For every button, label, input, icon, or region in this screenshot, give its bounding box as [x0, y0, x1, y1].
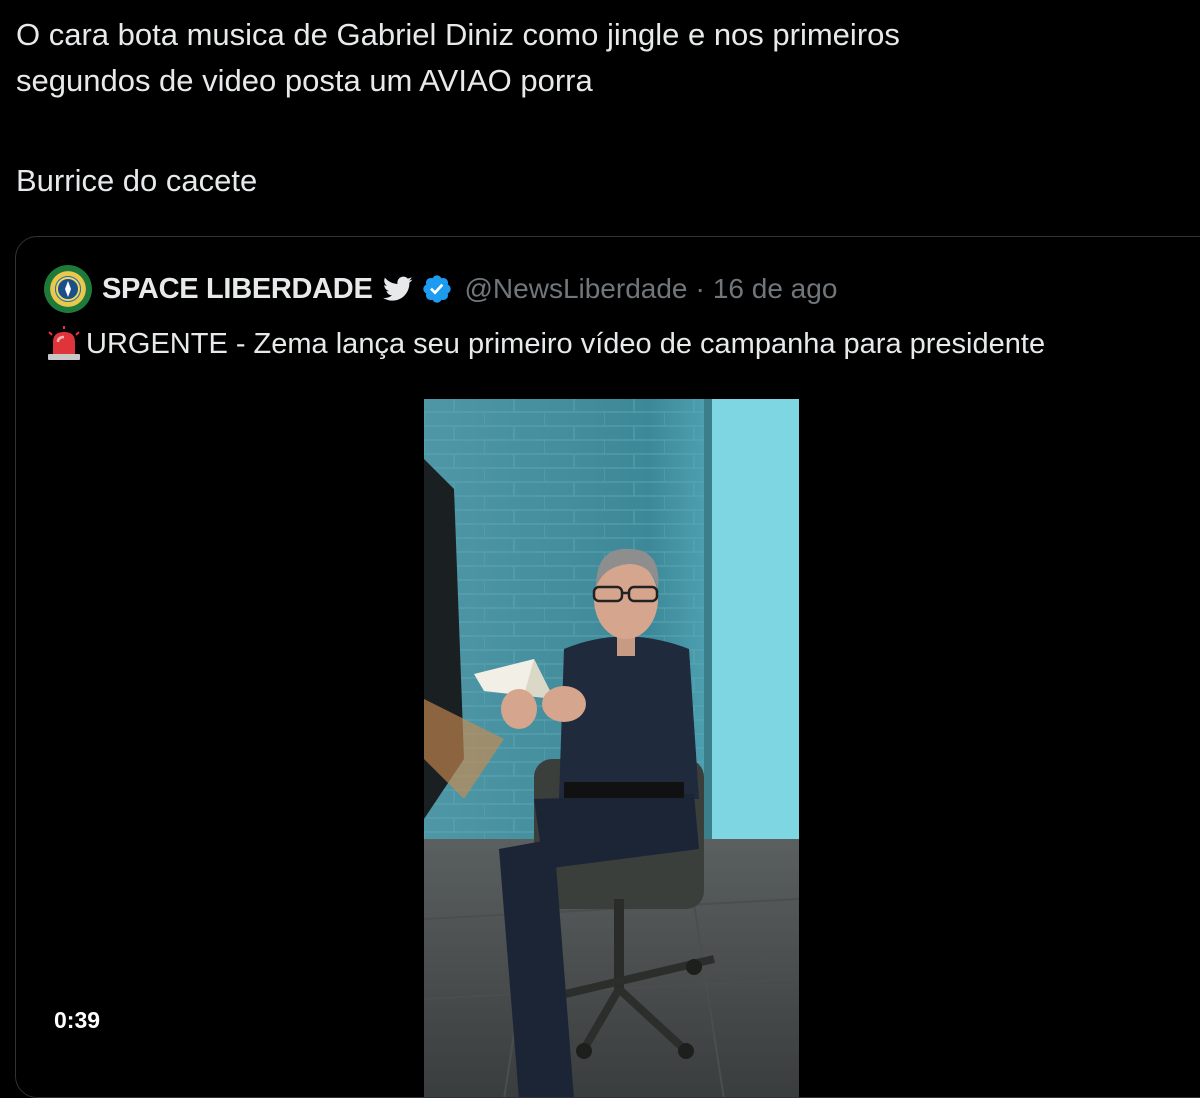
quoted-tweet-card[interactable]: SPACE LIBERDADE @NewsLiberdade · 16 de a…	[15, 236, 1200, 1098]
video-scene	[424, 399, 799, 1097]
quoted-tweet-header: SPACE LIBERDADE @NewsLiberdade · 16 de a…	[44, 263, 837, 315]
tweet-text: O cara bota musica de Gabriel Diniz como…	[16, 12, 1176, 204]
tweet-date[interactable]: 16 de ago	[713, 273, 838, 305]
siren-icon	[44, 325, 84, 363]
avatar[interactable]	[44, 265, 92, 313]
video-thumbnail[interactable]	[424, 399, 799, 1097]
separator-dot: ·	[695, 273, 705, 304]
handle[interactable]: @NewsLiberdade	[465, 273, 688, 305]
quoted-tweet-text: URGENTE - Zema lança seu primeiro vídeo …	[44, 325, 1045, 363]
video-duration: 0:39	[46, 1003, 109, 1038]
tweet-text-line: segundos de video posta um AVIAO porra	[16, 63, 593, 98]
emblem-icon	[56, 277, 80, 301]
video-player[interactable]: 0:39	[16, 397, 1200, 1097]
display-name[interactable]: SPACE LIBERDADE	[102, 273, 373, 306]
bird-icon	[382, 276, 413, 302]
tweet-text-line: O cara bota musica de Gabriel Diniz como…	[16, 17, 900, 52]
tweet-text-line: Burrice do cacete	[16, 163, 258, 198]
quoted-tweet-text-content: URGENTE - Zema lança seu primeiro vídeo …	[86, 327, 1046, 360]
verified-icon	[421, 273, 453, 305]
